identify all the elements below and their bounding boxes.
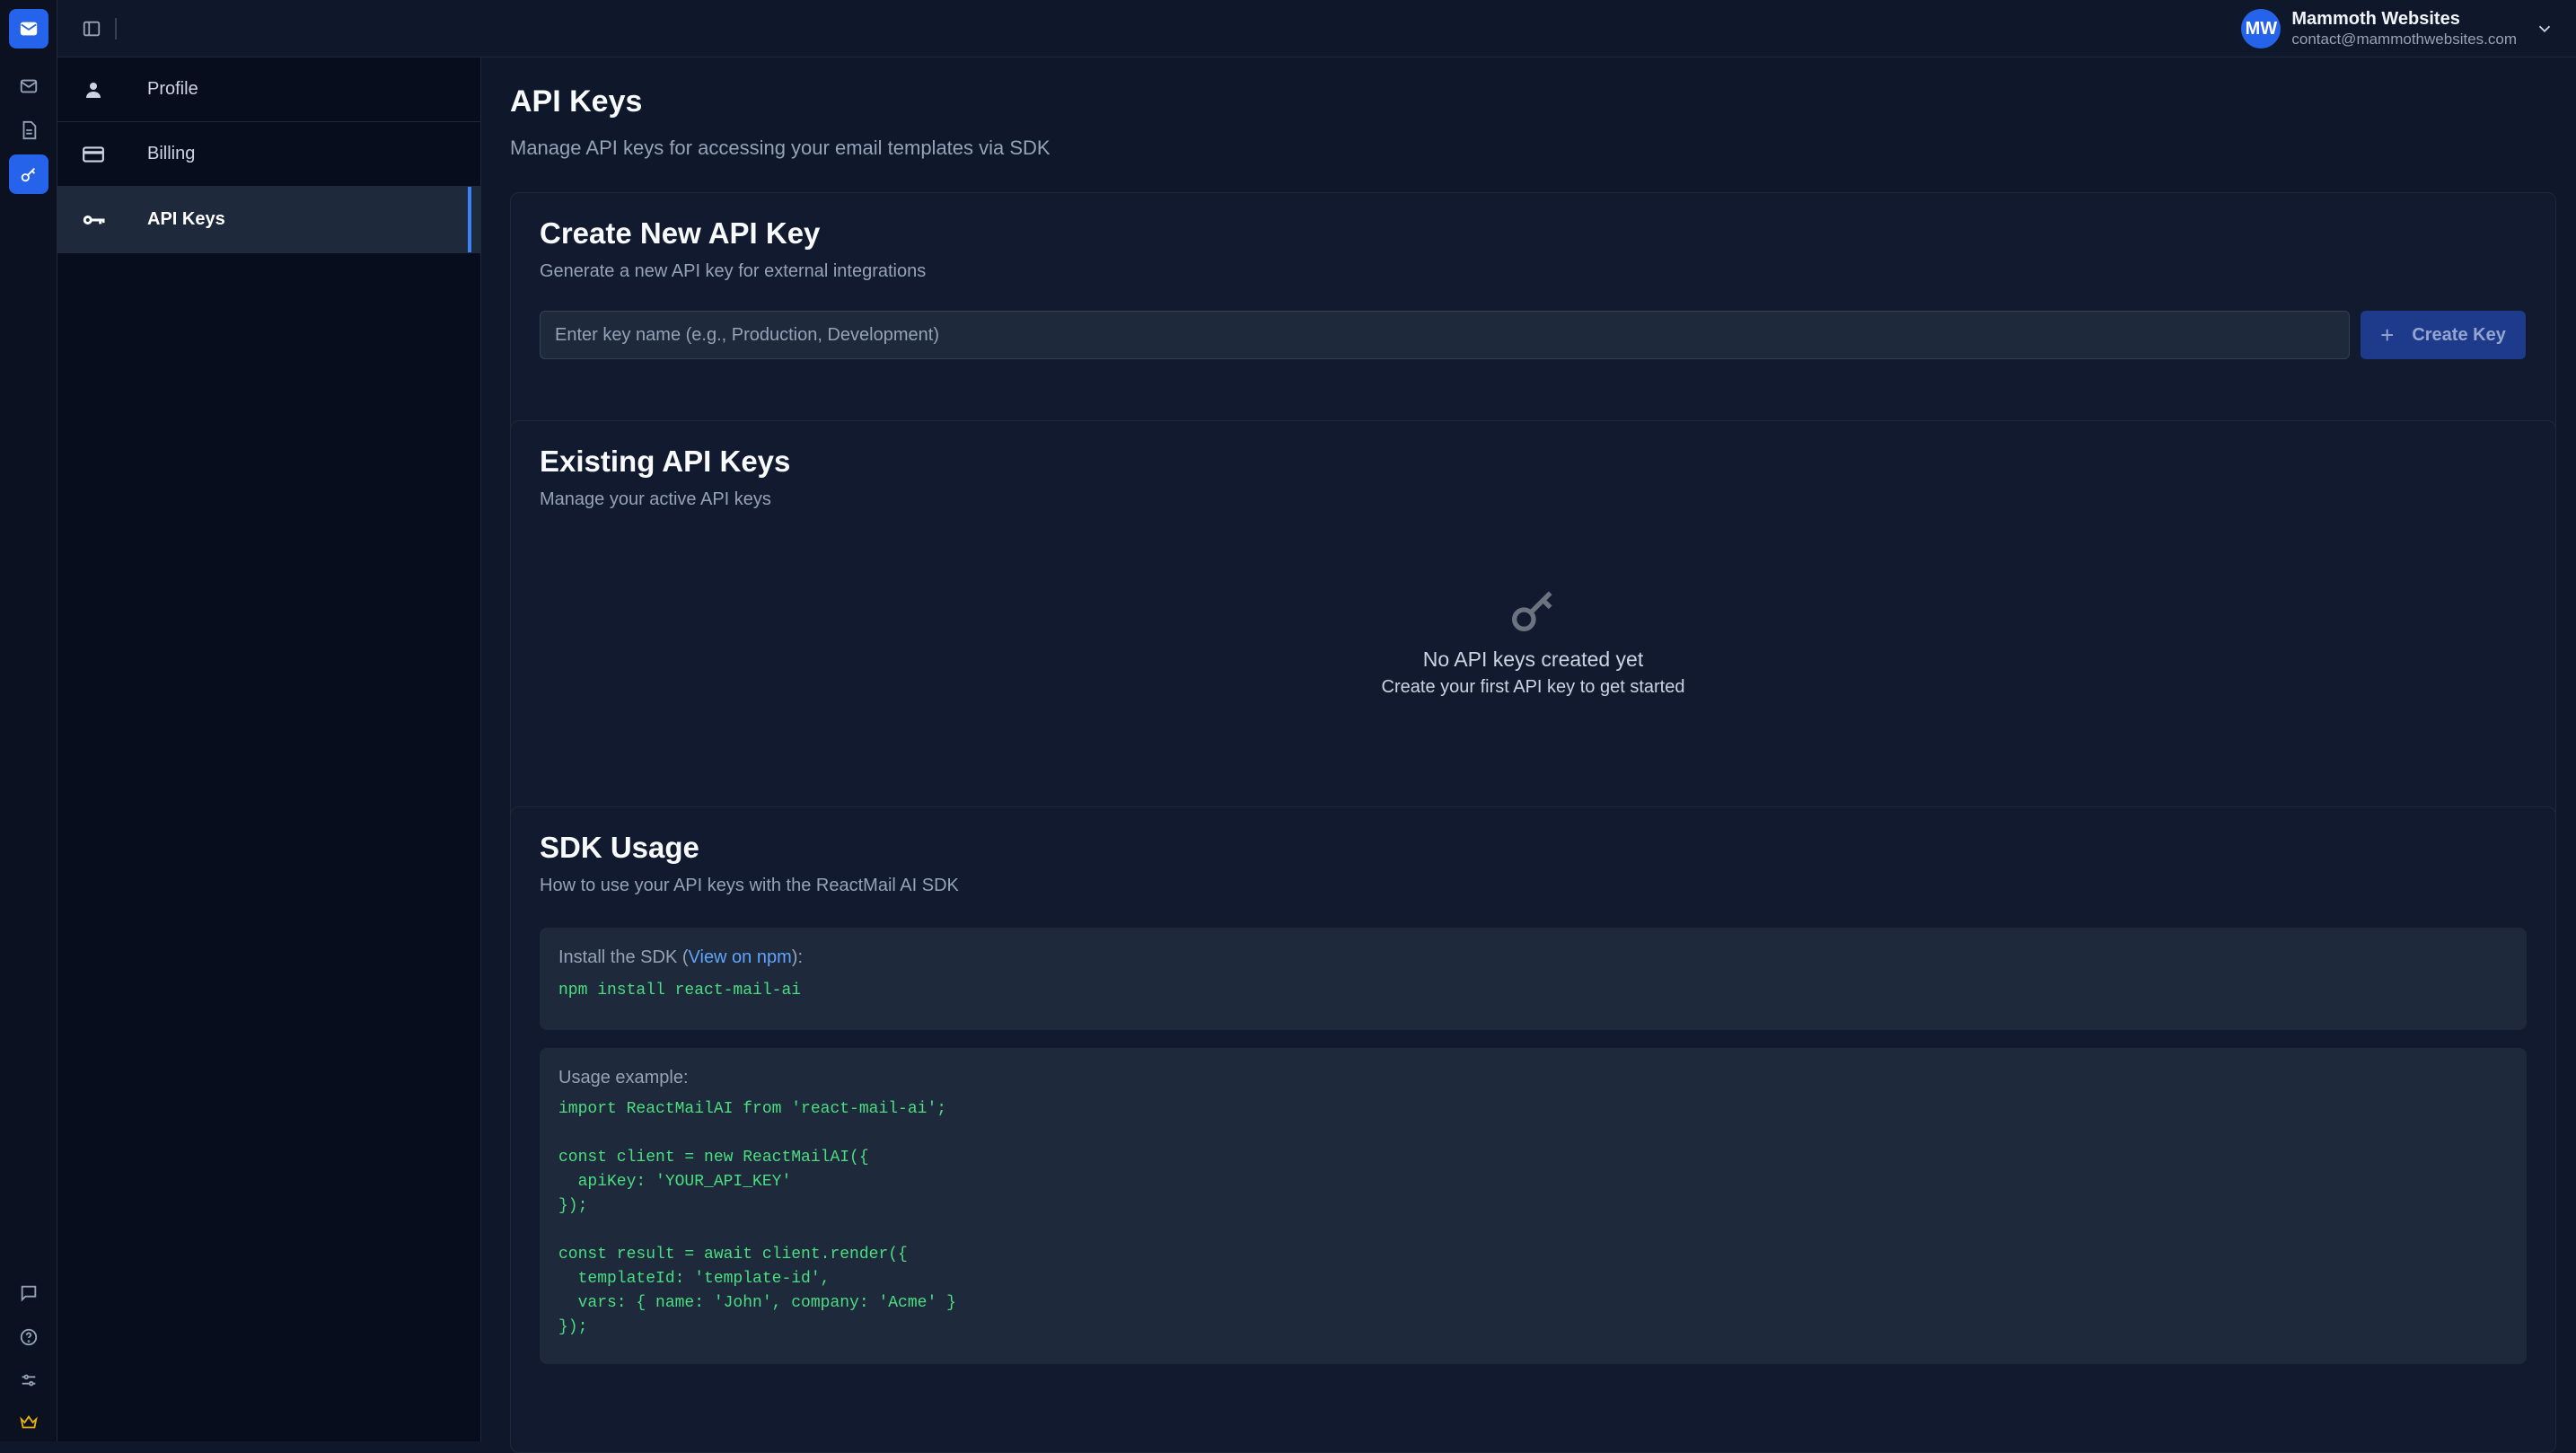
user-name: Mammoth Websites bbox=[2291, 9, 2460, 29]
empty-state: No API keys created yet Create your firs… bbox=[511, 581, 2555, 698]
sliders-icon[interactable] bbox=[9, 1361, 48, 1400]
user-email: contact@mammothwebsites.com bbox=[2291, 31, 2517, 48]
sidebar-toggle-icon[interactable] bbox=[77, 14, 106, 43]
card-subtitle: How to use your API keys with the ReactM… bbox=[540, 876, 959, 895]
existing-keys-card: Existing API Keys Manage your active API… bbox=[510, 420, 2556, 836]
credit-card-icon bbox=[79, 140, 108, 169]
sidebar-item-label: Profile bbox=[147, 79, 198, 99]
key-icon[interactable] bbox=[9, 154, 48, 194]
sdk-usage-card: SDK Usage How to use your API keys with … bbox=[510, 806, 2556, 1453]
top-bar: MW Mammoth Websites contact@mammothwebsi… bbox=[57, 0, 2576, 57]
divider bbox=[115, 18, 117, 40]
mail-icon[interactable] bbox=[9, 66, 48, 106]
main-content: API Keys Manage API keys for accessing y… bbox=[481, 57, 2576, 1453]
empty-state-title: No API keys created yet bbox=[1422, 647, 1644, 671]
view-on-npm-link[interactable]: View on npm bbox=[689, 947, 792, 967]
chevron-down-icon[interactable] bbox=[2535, 19, 2554, 39]
icon-rail bbox=[0, 0, 57, 1441]
usage-code: import ReactMailAI from 'react-mail-ai';… bbox=[558, 1100, 956, 1336]
avatar: MW bbox=[2241, 9, 2281, 48]
user-icon bbox=[79, 75, 108, 104]
message-icon[interactable] bbox=[9, 1273, 48, 1313]
sidebar-item-label: Billing bbox=[147, 144, 196, 163]
sidebar-item-api-keys[interactable]: API Keys bbox=[57, 187, 480, 253]
app-logo-mail-icon[interactable] bbox=[9, 9, 48, 48]
key-icon bbox=[1511, 591, 1552, 631]
card-title: SDK Usage bbox=[540, 831, 699, 864]
card-subtitle: Generate a new API key for external inte… bbox=[540, 261, 927, 281]
sidebar-item-label: API Keys bbox=[147, 209, 225, 229]
create-key-button[interactable]: + Create Key bbox=[2361, 311, 2526, 359]
create-key-card: Create New API Key Generate a new API ke… bbox=[510, 192, 2556, 450]
sidebar-item-billing[interactable]: Billing bbox=[57, 122, 480, 187]
create-key-label: Create Key bbox=[2412, 324, 2506, 345]
plus-icon: + bbox=[2380, 321, 2395, 348]
install-code-block: Install the SDK (View on npm): npm insta… bbox=[540, 928, 2527, 1030]
user-menu[interactable]: MW Mammoth Websites contact@mammothwebsi… bbox=[2241, 5, 2554, 52]
settings-sidebar: Profile Billing API Keys bbox=[57, 57, 481, 1441]
install-label: Install the SDK (View on npm): bbox=[558, 947, 803, 967]
sidebar-item-profile[interactable]: Profile bbox=[57, 57, 480, 122]
card-subtitle: Manage your active API keys bbox=[540, 489, 771, 509]
usage-label: Usage example: bbox=[558, 1068, 689, 1088]
card-title: Existing API Keys bbox=[540, 445, 791, 478]
key-icon bbox=[79, 206, 108, 234]
crown-icon[interactable] bbox=[9, 1403, 48, 1442]
key-name-input[interactable] bbox=[540, 311, 2350, 359]
install-command: npm install react-mail-ai bbox=[558, 982, 802, 999]
page-subtitle: Manage API keys for accessing your email… bbox=[510, 136, 1051, 159]
help-icon[interactable] bbox=[9, 1317, 48, 1357]
usage-code-block: Usage example: import ReactMailAI from '… bbox=[540, 1048, 2527, 1364]
card-title: Create New API Key bbox=[540, 216, 821, 250]
document-icon[interactable] bbox=[9, 110, 48, 150]
empty-state-subtitle: Create your first API key to get started bbox=[1381, 677, 1685, 697]
page-title: API Keys bbox=[510, 84, 643, 119]
